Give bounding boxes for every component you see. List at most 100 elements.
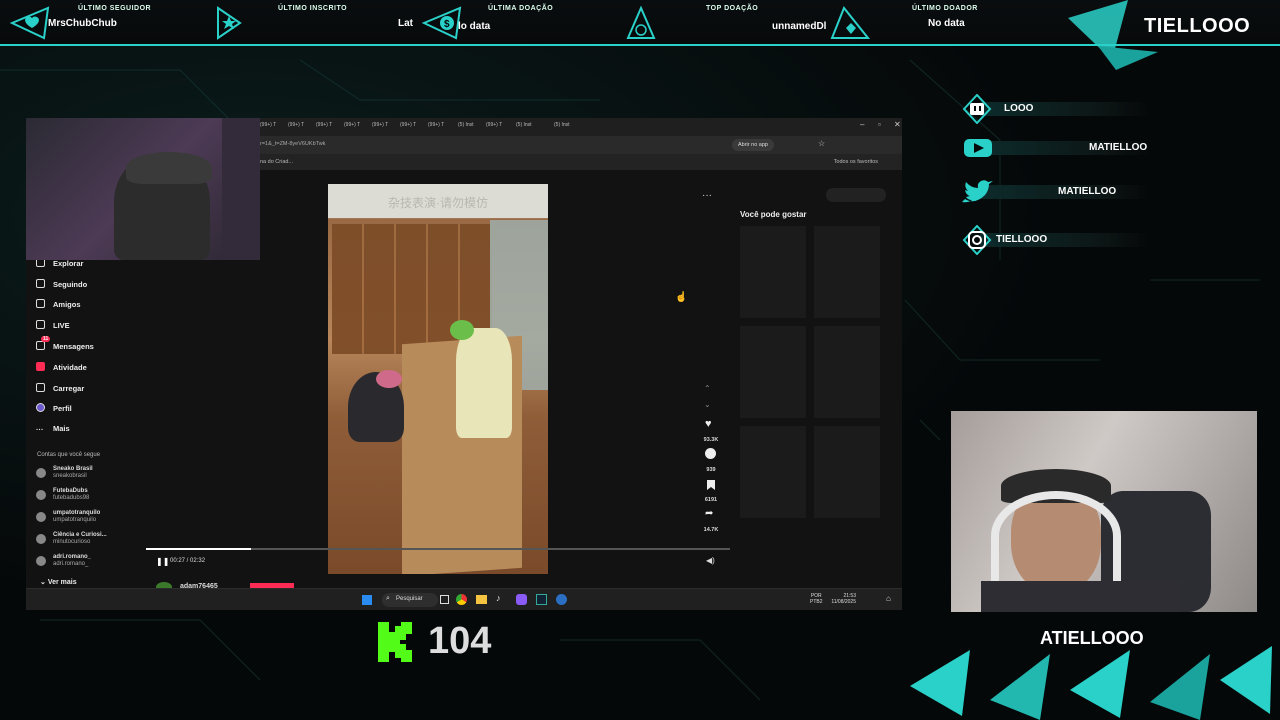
svg-text:$: $ xyxy=(444,19,450,30)
browser-tab[interactable]: (5) Inst xyxy=(516,122,532,128)
folder-icon[interactable] xyxy=(476,595,487,604)
browser-tab[interactable]: (5) Inst xyxy=(458,122,474,128)
browser-tab[interactable]: (99+) T xyxy=(428,122,444,128)
terminal-icon[interactable] xyxy=(536,594,547,605)
video-frame[interactable]: 杂技表演·请勿模仿 xyxy=(328,184,548,574)
money-bag-icon xyxy=(626,6,656,39)
more-icon: ··· xyxy=(36,425,44,434)
friends-icon xyxy=(36,299,45,308)
address-bar[interactable]: r=1&_t=ZM-8yeV6UKbTwk Abrir no app ☆ xyxy=(258,136,902,154)
decorative-triangles xyxy=(910,646,1272,720)
bookmark-star-icon[interactable]: ☆ xyxy=(818,139,825,148)
bookmark-item[interactable]: na do Criad... xyxy=(260,159,293,165)
avatar xyxy=(36,556,46,566)
shirt xyxy=(981,581,1181,612)
stream-overlay: Último seguidor MrsChubChub Último inscr… xyxy=(0,0,1280,720)
close-icon[interactable]: ✕ xyxy=(894,120,901,129)
recommend-thumbnail[interactable] xyxy=(814,226,880,318)
chrome-icon[interactable] xyxy=(456,594,467,605)
twitter-icon xyxy=(962,180,993,203)
sidebar-item-seguindo[interactable]: Seguindo xyxy=(36,279,87,289)
heart-like-icon[interactable]: ♥ xyxy=(705,418,712,430)
twitch-icon xyxy=(962,94,992,124)
saves-count: 6191 xyxy=(704,497,718,503)
instagram-handle: TIELLOOO xyxy=(996,234,1048,245)
browser-tab[interactable]: (99+) T xyxy=(400,122,416,128)
diamond-icon xyxy=(830,6,870,39)
more-options-icon[interactable]: ··· xyxy=(702,190,712,201)
pink-hat xyxy=(376,370,402,388)
steam-icon[interactable] xyxy=(556,594,567,605)
brand-name-bottom: ATIELLOOO xyxy=(1040,628,1144,648)
browser-tab[interactable]: (99+) T xyxy=(486,122,502,128)
video-time: 00:27 / 02:32 xyxy=(170,558,206,564)
browser-tab-strip: (99+) T (99+) T (99+) T (99+) T (99+) T … xyxy=(258,118,902,136)
comments-count: 939 xyxy=(706,467,716,473)
bookmarks-bar: na do Criad... Todos os favoritos xyxy=(258,154,902,170)
message-badge: 11 xyxy=(41,336,51,342)
browser-tab[interactable]: (99+) T xyxy=(372,122,388,128)
heart-icon xyxy=(10,6,50,40)
volume-icon[interactable]: ◀) xyxy=(706,556,715,565)
sidebar-item-amigos[interactable]: Amigos xyxy=(36,299,81,309)
recommend-thumbnail[interactable] xyxy=(740,226,806,318)
search-icon: ⌕ xyxy=(386,595,390,602)
subscriber-value: Lat xyxy=(398,18,413,29)
sidebar-item-mais[interactable]: ··· Mais xyxy=(36,424,70,434)
chevron-down-nav-icon[interactable]: ⌄ xyxy=(704,400,711,409)
top-donation-value: unnamedDl xyxy=(772,21,827,32)
browser-tab[interactable]: (99+) T xyxy=(344,122,360,128)
open-in-app-button[interactable]: Abrir no app xyxy=(732,139,774,151)
keyboard-language[interactable]: POR PTB2 xyxy=(810,593,823,605)
user-check-icon xyxy=(36,279,45,288)
task-view-icon[interactable] xyxy=(440,595,449,604)
see-more-link[interactable]: ⌄ Ver mais xyxy=(40,578,77,586)
video-progress-track[interactable] xyxy=(146,548,730,550)
recommend-thumbnail[interactable] xyxy=(740,326,806,418)
sidebar-item-mensagens[interactable]: Mensagens 11 xyxy=(36,336,94,351)
video-caption-overlay: 杂技表演·请勿模仿 xyxy=(328,184,548,218)
browser-tab[interactable]: (99+) T xyxy=(260,122,276,128)
bookmark-icon[interactable] xyxy=(707,480,715,490)
twitch-handle: LOOO xyxy=(1004,103,1034,114)
recommend-thumbnail[interactable] xyxy=(814,326,880,418)
share-icon[interactable]: ➦ xyxy=(705,508,713,519)
chair xyxy=(222,118,260,260)
tiktok-icon[interactable]: ♪ xyxy=(496,593,501,603)
recommend-thumbnail[interactable] xyxy=(740,426,806,518)
sidebar-item-live[interactable]: LIVE xyxy=(36,320,70,330)
browser-tab[interactable]: (99+) T xyxy=(316,122,332,128)
youtube-handle: MATIELLOO xyxy=(1089,142,1148,153)
star-icon xyxy=(217,6,242,40)
all-bookmarks[interactable]: Todos os favoritos xyxy=(834,159,878,165)
pause-icon[interactable]: ❚❚ xyxy=(156,557,169,566)
activity-icon xyxy=(36,362,45,371)
windows-start-icon[interactable] xyxy=(362,595,372,605)
notification-icon[interactable]: ⌂ xyxy=(886,594,891,603)
avatar xyxy=(36,490,46,500)
recommend-thumbnail[interactable] xyxy=(814,426,880,518)
url-text[interactable]: r=1&_t=ZM-8yeV6UKbTwk xyxy=(260,141,325,147)
webcam-main xyxy=(951,411,1257,612)
browser-tab[interactable]: (99+) T xyxy=(288,122,304,128)
sidebar-item-perfil[interactable]: Perfil xyxy=(36,403,72,413)
last-donor-label: Último doador xyxy=(912,5,978,12)
panel-controls[interactable] xyxy=(826,188,886,202)
sidebar-item-atividade[interactable]: Atividade xyxy=(36,362,87,372)
maximize-icon[interactable]: ▫ xyxy=(878,120,881,129)
minimize-icon[interactable]: – xyxy=(860,120,864,129)
person-right xyxy=(456,328,512,438)
kick-logo-icon xyxy=(378,622,412,662)
recommend-title: Você pode gostar xyxy=(740,210,807,219)
likes-count: 93.3K xyxy=(703,437,719,443)
browser-tab[interactable]: (5) Inst xyxy=(554,122,570,128)
app-icon[interactable] xyxy=(516,594,527,605)
comment-icon[interactable] xyxy=(705,448,716,459)
clock[interactable]: 21:53 11/08/2025 xyxy=(831,593,856,605)
upload-icon xyxy=(36,383,45,392)
taskbar-search[interactable]: Pesquisar xyxy=(382,593,438,607)
shares-count: 14.7K xyxy=(703,527,719,533)
social-twitch: LOOO xyxy=(960,94,1150,124)
chevron-up-icon[interactable]: ⌃ xyxy=(704,384,711,393)
sidebar-item-carregar[interactable]: Carregar xyxy=(36,383,84,393)
